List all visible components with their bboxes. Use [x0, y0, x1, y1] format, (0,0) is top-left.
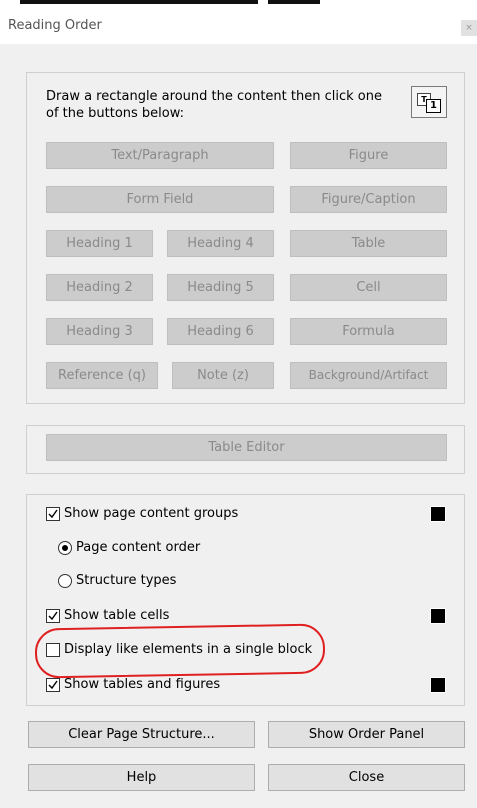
content-groups-color-swatch[interactable]	[430, 506, 446, 522]
heading4-button[interactable]: Heading 4	[167, 230, 274, 257]
page-content-order-label: Page content order	[76, 540, 201, 555]
show-order-panel-button[interactable]: Show Order Panel	[268, 721, 465, 748]
figure-caption-button[interactable]: Figure/Caption	[290, 186, 447, 213]
show-table-cells-checkbox[interactable]	[46, 609, 60, 623]
clear-page-structure-button[interactable]: Clear Page Structure...	[28, 721, 255, 748]
close-window-icon[interactable]: ×	[461, 20, 477, 36]
help-button[interactable]: Help	[28, 764, 255, 791]
heading3-button[interactable]: Heading 3	[46, 318, 153, 345]
background-window-edge	[0, 0, 477, 8]
tables-figures-color-swatch[interactable]	[430, 677, 446, 693]
text-paragraph-button[interactable]: Text/Paragraph	[46, 142, 274, 169]
title-bar[interactable]: Reading Order ×	[0, 8, 477, 44]
reading-order-dialog: Reading Order × Draw a rectangle around …	[0, 0, 477, 808]
checkmark-icon	[48, 680, 58, 690]
red-annotation-circle	[34, 623, 326, 679]
background-artifact-button[interactable]: Background/Artifact	[290, 362, 447, 389]
note-button[interactable]: Note (z)	[172, 362, 274, 389]
page-content-order-radio[interactable]	[58, 541, 72, 555]
heading6-button[interactable]: Heading 6	[167, 318, 274, 345]
heading5-button[interactable]: Heading 5	[167, 274, 274, 301]
cell-button[interactable]: Cell	[290, 274, 447, 301]
form-field-button[interactable]: Form Field	[46, 186, 274, 213]
reading-order-dock-icon: T 1	[417, 93, 443, 113]
background-line	[268, 0, 320, 4]
show-page-content-groups-checkbox[interactable]	[46, 507, 60, 521]
formula-button[interactable]: Formula	[290, 318, 447, 345]
heading1-button[interactable]: Heading 1	[46, 230, 153, 257]
table-cells-color-swatch[interactable]	[430, 608, 446, 624]
structure-types-radio[interactable]	[58, 574, 72, 588]
table-editor-button[interactable]: Table Editor	[46, 434, 447, 461]
checkmark-icon	[48, 509, 58, 519]
checkmark-icon	[48, 611, 58, 621]
structure-types-label: Structure types	[76, 573, 177, 588]
show-tables-figures-checkbox[interactable]	[46, 678, 60, 692]
show-tables-figures-label: Show tables and figures	[64, 677, 221, 692]
show-table-cells-label: Show table cells	[64, 608, 170, 623]
figure-button[interactable]: Figure	[290, 142, 447, 169]
table-button[interactable]: Table	[290, 230, 447, 257]
dock-panel-button[interactable]: T 1	[411, 86, 447, 118]
show-page-content-groups-label: Show page content groups	[64, 506, 239, 521]
dialog-title: Reading Order	[8, 18, 102, 33]
background-line	[20, 0, 258, 4]
close-button[interactable]: Close	[268, 764, 465, 791]
reference-button[interactable]: Reference (q)	[46, 362, 158, 389]
tagging-instructions: Draw a rectangle around the content then…	[46, 89, 382, 121]
heading2-button[interactable]: Heading 2	[46, 274, 153, 301]
radio-selected-dot	[62, 545, 68, 551]
